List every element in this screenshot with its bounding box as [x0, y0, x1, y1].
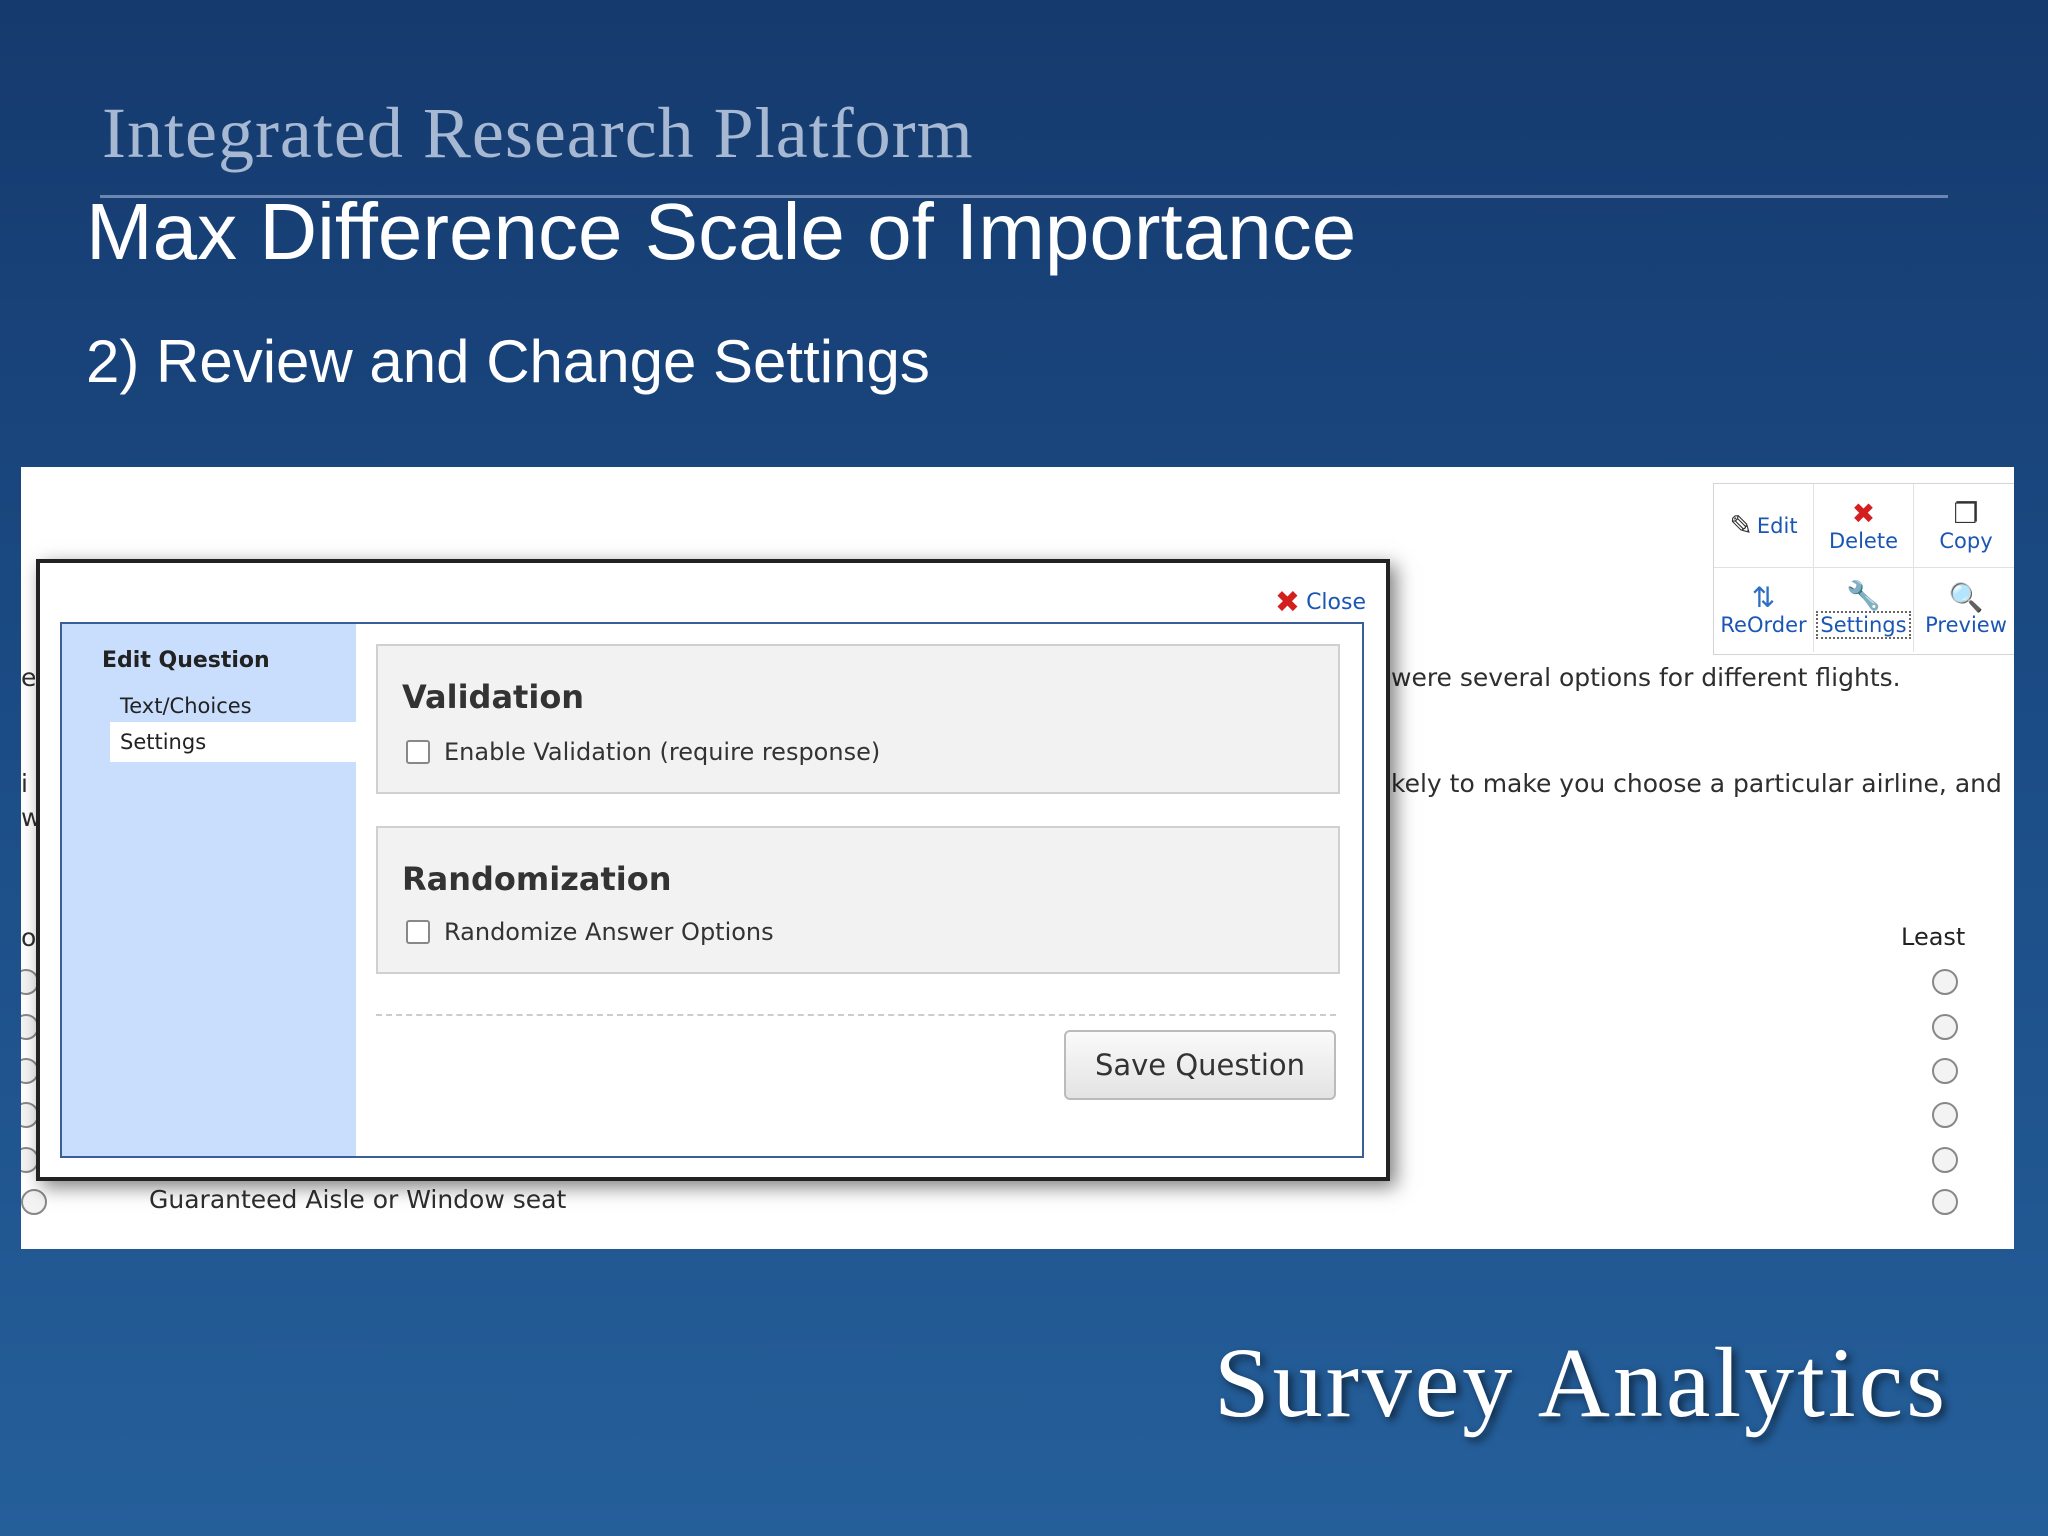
enable-validation-option[interactable]: Enable Validation (require response)	[406, 738, 880, 766]
settings-button[interactable]: 🔧 Settings	[1814, 568, 1914, 652]
modal-sidebar: Edit Question Text/Choices Settings	[62, 624, 356, 1156]
least-radio-6[interactable]	[1932, 1189, 1958, 1215]
validation-section: Validation Enable Validation (require re…	[376, 644, 1340, 794]
delete-label: Delete	[1829, 528, 1898, 553]
validation-title: Validation	[402, 678, 585, 716]
enable-validation-checkbox[interactable]	[406, 740, 430, 764]
left-fragment-i: i	[21, 769, 28, 798]
enable-validation-label: Enable Validation (require response)	[444, 738, 881, 766]
slide-title: Max Difference Scale of Importance	[86, 187, 1357, 276]
reorder-label: ReOrder	[1720, 613, 1807, 637]
sidebar-item-settings[interactable]: Settings	[110, 722, 356, 762]
preview-button[interactable]: 🔍 Preview	[1914, 568, 2014, 652]
magnifier-icon: 🔍	[1948, 581, 1984, 614]
copy-label: Copy	[1939, 528, 1993, 553]
randomization-title: Randomization	[402, 860, 672, 898]
left-fragment-o: o	[21, 923, 37, 952]
brand-logo-text: Survey Analytics	[1213, 1327, 1948, 1438]
least-radio-1[interactable]	[1932, 969, 1958, 995]
modal-inner-frame: Edit Question Text/Choices Settings Vali…	[60, 622, 1364, 1158]
column-header-least: Least	[1901, 923, 1966, 951]
least-radio-4[interactable]	[1932, 1102, 1958, 1128]
copy-icon: ❐	[1953, 496, 1979, 530]
platform-title: Integrated Research Platform	[102, 93, 974, 173]
preview-label: Preview	[1925, 613, 2007, 637]
edit-label: Edit	[1756, 513, 1798, 538]
most-radio-6[interactable]	[21, 1189, 47, 1215]
wrench-icon: 🔧	[1846, 579, 1881, 612]
least-radio-5[interactable]	[1932, 1147, 1958, 1173]
save-question-button[interactable]: Save Question	[1064, 1030, 1336, 1100]
edit-question-modal: ✖ Close Edit Question Text/Choices Setti…	[36, 559, 1390, 1181]
edit-button[interactable]: ✎ Edit	[1714, 484, 1814, 568]
least-radio-2[interactable]	[1932, 1014, 1958, 1040]
sidebar-item-text-choices[interactable]: Text/Choices	[120, 694, 252, 718]
randomize-options-label: Randomize Answer Options	[444, 918, 774, 946]
answer-option-label: Guaranteed Aisle or Window seat	[149, 1185, 567, 1214]
least-radio-3[interactable]	[1932, 1058, 1958, 1084]
randomize-options-option[interactable]: Randomize Answer Options	[406, 918, 774, 946]
screenshot-panel: ✎ Edit ✖ Delete ❐ Copy ⇅ ReOrder 🔧 Setti…	[21, 467, 2014, 1249]
close-button[interactable]: ✖ Close	[1275, 585, 1366, 620]
randomize-options-checkbox[interactable]	[406, 920, 430, 944]
slide-subtitle: 2) Review and Change Settings	[86, 328, 930, 395]
delete-icon: ✖	[1851, 496, 1876, 530]
reorder-icon: ⇅	[1751, 581, 1776, 614]
settings-label: Settings	[1816, 611, 1911, 639]
left-fragment-e: e	[21, 663, 37, 692]
close-icon: ✖	[1274, 585, 1301, 620]
copy-button[interactable]: ❐ Copy	[1914, 484, 2014, 568]
question-text-fragment-1: were several options for different fligh…	[1391, 663, 1901, 692]
section-divider	[376, 1014, 1336, 1016]
question-toolbar: ✎ Edit ✖ Delete ❐ Copy ⇅ ReOrder 🔧 Setti…	[1713, 483, 2014, 655]
close-label: Close	[1306, 590, 1366, 615]
randomization-section: Randomization Randomize Answer Options	[376, 826, 1340, 974]
edit-icon: ✎	[1729, 508, 1753, 542]
question-text-fragment-2: kely to make you choose a particular air…	[1391, 769, 2002, 798]
sidebar-heading: Edit Question	[102, 648, 270, 673]
delete-button[interactable]: ✖ Delete	[1814, 484, 1914, 568]
reorder-button[interactable]: ⇅ ReOrder	[1714, 568, 1814, 652]
